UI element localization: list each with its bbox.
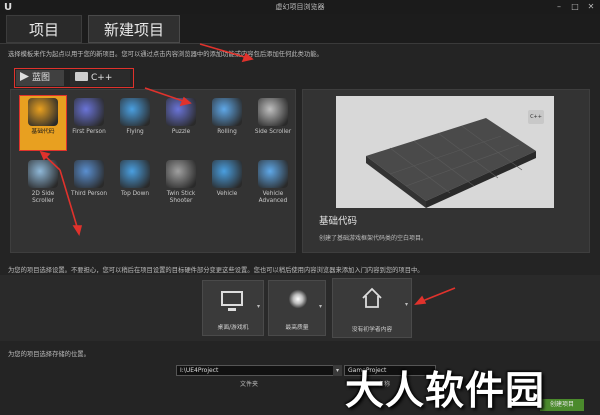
annotation-arrows [39,43,456,306]
watermark-text: 大人软件园 [345,369,546,414]
